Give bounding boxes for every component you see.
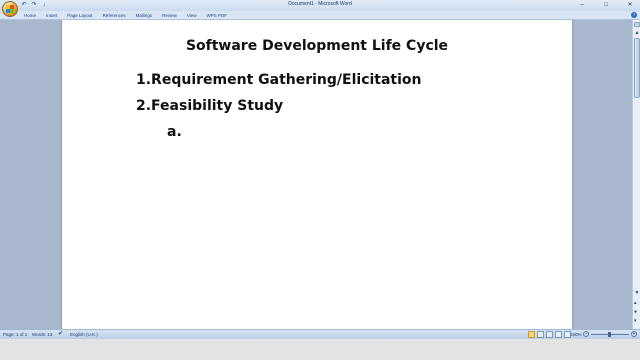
close-button[interactable]: ✕	[626, 0, 634, 10]
language-status[interactable]: English (U.K.)	[70, 331, 98, 339]
document-page[interactable]: Software Development Life Cycle 1.Requir…	[62, 20, 572, 329]
title-bar: ↶ ↷ ↓ Document1 - Microsoft Word – □ ✕	[0, 0, 640, 17]
tab-home[interactable]: Home	[19, 12, 41, 20]
full-screen-reading-view-icon[interactable]	[537, 331, 544, 338]
scrollbar-thumb[interactable]	[634, 38, 640, 98]
list-item: 2.Feasibility Study	[136, 98, 284, 114]
minimize-button[interactable]: –	[578, 0, 586, 10]
maximize-button[interactable]: □	[602, 0, 610, 10]
window-controls: – □ ✕	[578, 0, 634, 10]
zoom-in-icon[interactable]: +	[631, 331, 637, 337]
help-icon[interactable]: ?	[631, 12, 637, 18]
zoom-level[interactable]: 150%	[570, 331, 582, 339]
office-button[interactable]	[2, 1, 18, 17]
web-layout-view-icon[interactable]	[546, 331, 553, 338]
tab-view[interactable]: View	[182, 12, 202, 20]
tab-mailings[interactable]: Mailings	[131, 12, 158, 20]
view-ruler-button[interactable]	[634, 22, 640, 27]
tab-review[interactable]: Review	[157, 12, 182, 20]
vertical-scrollbar[interactable]: ▲ ▼ ▴ ● ▾	[632, 20, 640, 329]
window-title: Document1 - Microsoft Word	[288, 1, 352, 7]
select-browse-object-icon[interactable]: ●	[634, 309, 637, 315]
view-buttons	[528, 331, 571, 338]
status-bar: Page: 1 of 1 Words: 13 ✔ English (U.K.) …	[0, 329, 640, 339]
outline-view-icon[interactable]	[555, 331, 562, 338]
word-count-status[interactable]: Words: 13	[32, 331, 52, 339]
zoom-slider-thumb[interactable]	[608, 332, 611, 337]
tab-page-layout[interactable]: Page Layout	[62, 12, 97, 20]
ribbon-tabs: Home Insert Page Layout References Maili…	[0, 11, 640, 20]
list-item: 1.Requirement Gathering/Elicitation	[136, 72, 422, 88]
next-page-icon[interactable]: ▾	[634, 318, 637, 324]
zoom-out-icon[interactable]: –	[583, 331, 589, 337]
page-count-status[interactable]: Page: 1 of 1	[3, 331, 27, 339]
tab-insert[interactable]: Insert	[41, 12, 62, 20]
tab-references[interactable]: References	[98, 12, 131, 20]
print-layout-view-icon[interactable]	[528, 331, 535, 338]
taskbar-area	[0, 339, 640, 360]
previous-page-icon[interactable]: ▴	[634, 300, 637, 306]
document-heading: Software Development Life Cycle	[185, 38, 449, 54]
document-workspace: Software Development Life Cycle 1.Requir…	[0, 20, 632, 329]
scroll-down-icon[interactable]: ▼	[634, 290, 640, 296]
tab-wps-pdf[interactable]: WPS PDF	[202, 12, 233, 20]
proofing-icon[interactable]: ✔	[58, 330, 63, 338]
scroll-up-icon[interactable]: ▲	[634, 30, 640, 36]
office-logo-icon	[6, 5, 14, 13]
sub-list-item: a.	[167, 124, 182, 140]
